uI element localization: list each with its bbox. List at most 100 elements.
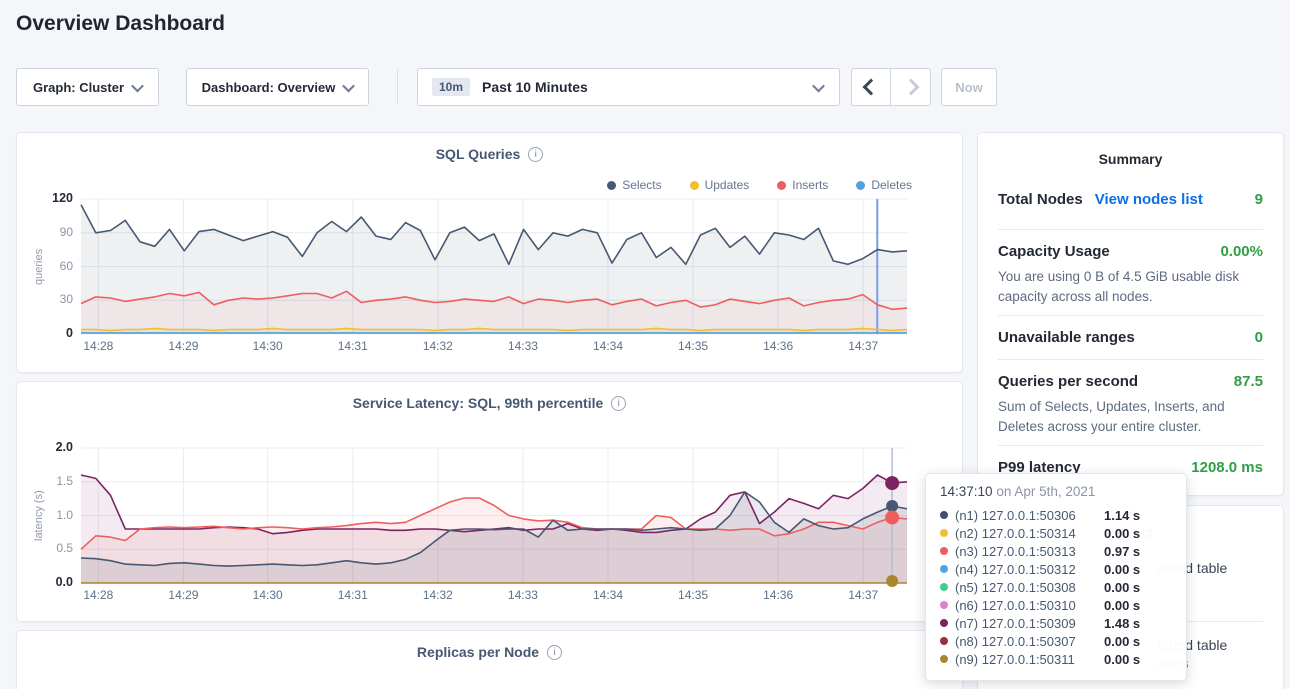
x-axis-tick: 14:29 [168, 339, 198, 353]
summary-panel: Summary Total Nodes View nodes list 9 Ca… [977, 132, 1284, 496]
view-nodes-list-link[interactable]: View nodes list [1095, 191, 1203, 208]
service-latency-chart-title: Service Latency: SQL, 99th percentile i [17, 395, 962, 411]
legend-color-dot [690, 181, 699, 190]
controls-divider [397, 70, 398, 104]
info-icon[interactable]: i [611, 396, 626, 411]
sql-chart-svg[interactable] [81, 199, 907, 334]
legend-item[interactable]: Selects [607, 178, 661, 192]
page-title: Overview Dashboard [16, 12, 225, 36]
time-next-button[interactable] [890, 68, 931, 106]
node-address: (n3) 127.0.0.1:50313 [955, 544, 1097, 559]
x-axis-tick: 14:32 [423, 339, 453, 353]
x-axis-tick: 14:36 [763, 588, 793, 602]
divider [998, 359, 1263, 360]
y-axis-tick: 60 [19, 259, 73, 273]
legend-color-dot [607, 181, 616, 190]
series-color-dot [940, 655, 948, 663]
y-axis-tick: 2.0 [19, 440, 73, 454]
x-axis-tick: 14:30 [253, 339, 283, 353]
series-color-dot [940, 601, 948, 609]
legend-color-dot [777, 181, 786, 190]
time-now-button[interactable]: Now [941, 68, 997, 106]
y-axis-tick: 0.5 [19, 541, 73, 555]
x-axis-tick: 14:34 [593, 339, 623, 353]
x-axis-tick: 14:28 [83, 339, 113, 353]
x-axis-tick: 14:29 [168, 588, 198, 602]
info-icon[interactable]: i [547, 645, 562, 660]
y-axis-tick: 90 [19, 225, 73, 239]
time-prev-button[interactable] [851, 68, 891, 106]
x-axis-tick: 14:35 [678, 588, 708, 602]
x-axis-tick: 14:34 [593, 588, 623, 602]
y-axis-tick: 1.5 [19, 474, 73, 488]
x-axis-tick: 14:33 [508, 339, 538, 353]
replicas-chart-title: Replicas per Node i [17, 644, 962, 660]
node-address: (n1) 127.0.0.1:50306 [955, 508, 1097, 523]
x-axis-tick: 14:28 [83, 588, 113, 602]
dashboard-dropdown[interactable]: Dashboard: Overview [186, 68, 369, 106]
replicas-per-node-chart-card: Replicas per Node i [16, 630, 963, 689]
legend-label: Inserts [792, 178, 828, 192]
x-axis-tick: 14:31 [338, 339, 368, 353]
y-axis-tick: 1.0 [19, 508, 73, 522]
stat-value: 1208.0 ms [1191, 459, 1263, 476]
stat-label: Capacity Usage [998, 243, 1110, 260]
sql-queries-plot[interactable] [81, 199, 907, 334]
sql-queries-chart-title: SQL Queries i [17, 146, 962, 162]
x-axis-tick: 14:33 [508, 588, 538, 602]
chevron-left-icon [863, 79, 880, 96]
latency-value: 0.00 s [1104, 598, 1140, 613]
x-axis-tick: 14:37 [848, 588, 878, 602]
divider [998, 445, 1263, 446]
x-axis-tick: 14:30 [253, 588, 283, 602]
stat-queries-per-second: Queries per second 87.5 Sum of Selects, … [998, 373, 1263, 437]
series-color-dot [940, 529, 948, 537]
x-axis-tick: 14:35 [678, 339, 708, 353]
tooltip-row: (n3) 127.0.0.1:50313 0.97 s [940, 542, 1172, 560]
sql-queries-legend: Selects Updates Inserts Deletes [607, 178, 912, 192]
series-color-dot [940, 583, 948, 591]
tooltip-row: (n4) 127.0.0.1:50312 0.00 s [940, 560, 1172, 578]
node-address: (n8) 127.0.0.1:50307 [955, 634, 1097, 649]
latency-value: 0.97 s [1104, 544, 1140, 559]
divider [998, 315, 1263, 316]
service-latency-plot[interactable] [81, 448, 907, 583]
stat-capacity-usage: Capacity Usage 0.00% You are using 0 B o… [998, 243, 1263, 307]
x-axis-tick: 14:31 [338, 588, 368, 602]
dashboard-dropdown-label: Dashboard: Overview [202, 80, 336, 95]
chevron-right-icon [902, 79, 919, 96]
info-icon[interactable]: i [528, 147, 543, 162]
x-axis-tick: 14:37 [848, 339, 878, 353]
legend-label: Updates [705, 178, 750, 192]
tooltip-row: (n8) 127.0.0.1:50307 0.00 s [940, 632, 1172, 650]
time-range-dropdown[interactable]: 10m Past 10 Minutes [417, 68, 840, 106]
y-axis-tick: 0 [19, 326, 73, 340]
latency-value: 0.00 s [1104, 634, 1140, 649]
node-address: (n4) 127.0.0.1:50312 [955, 562, 1097, 577]
stat-description: You are using 0 B of 4.5 GiB usable disk… [998, 267, 1263, 307]
y-axis-tick: 30 [19, 292, 73, 306]
x-axis-tick: 14:36 [763, 339, 793, 353]
latency-value: 0.00 s [1104, 580, 1140, 595]
graph-dropdown[interactable]: Graph: Cluster [16, 68, 159, 106]
tooltip-row: (n2) 127.0.0.1:503140.00 s [940, 524, 1172, 542]
now-button-label: Now [955, 80, 982, 95]
legend-item[interactable]: Deletes [856, 178, 912, 192]
stat-value: 9 [1255, 191, 1263, 208]
series-color-dot [940, 565, 948, 573]
latency-value: 0.00 s [1104, 562, 1140, 577]
legend-label: Deletes [871, 178, 912, 192]
time-range-label: Past 10 Minutes [482, 79, 588, 95]
series-color-dot [940, 619, 948, 627]
summary-title: Summary [978, 151, 1283, 167]
chart-hover-tooltip: 14:37:10 on Apr 5th, 2021 (n1) 127.0.0.1… [925, 473, 1187, 681]
legend-item[interactable]: Updates [690, 178, 750, 192]
x-axis-tick: 14:32 [423, 588, 453, 602]
node-address: (n7) 127.0.0.1:50309 [955, 616, 1097, 631]
legend-item[interactable]: Inserts [777, 178, 828, 192]
latency-chart-svg[interactable] [81, 448, 907, 583]
stat-label: Unavailable ranges [998, 329, 1135, 346]
divider [998, 229, 1263, 230]
tooltip-row: (n6) 127.0.0.1:503100.00 s [940, 596, 1172, 614]
service-latency-chart-card: Service Latency: SQL, 99th percentile i … [16, 381, 963, 622]
